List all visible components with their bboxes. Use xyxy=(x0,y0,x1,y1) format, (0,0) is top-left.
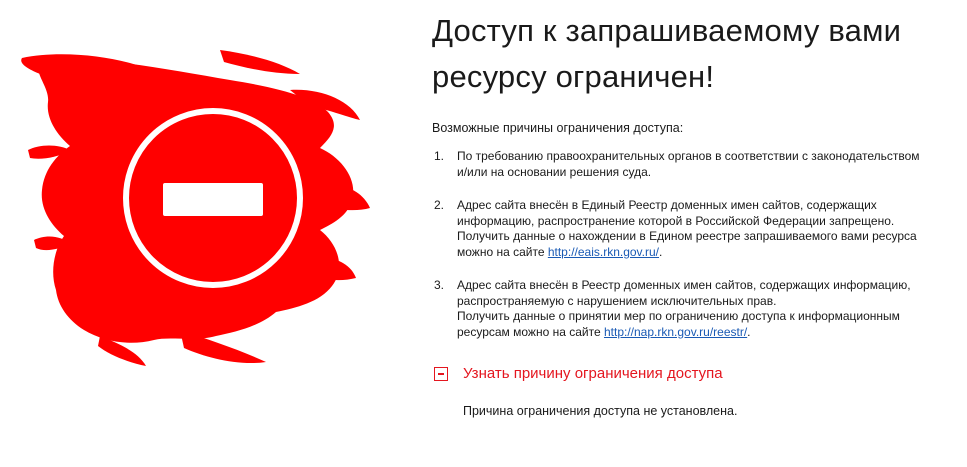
list-item-number: 2. xyxy=(434,198,445,212)
reason-result-text: Причина ограничения доступа не установле… xyxy=(463,404,738,418)
page-title-line1: Доступ к запрашиваемому вами xyxy=(432,13,902,48)
minus-box-icon[interactable] xyxy=(434,367,448,381)
list-item-text: Адрес сайта внесён в Реестр доменных име… xyxy=(457,278,911,292)
page-title: Доступ к запрашиваемому вами ресурсу огр… xyxy=(432,8,952,100)
list-item-text: По требованию правоохранительных органов… xyxy=(457,149,920,163)
list-item-text: . xyxy=(659,244,663,259)
list-item-text: Адрес сайта внесён в Единый Реестр домен… xyxy=(457,198,877,212)
no-entry-illustration xyxy=(20,40,380,380)
list-item: 2. Адрес сайта внесён в Единый Реестр до… xyxy=(432,198,927,260)
list-item: 1. По требованию правоохранительных орга… xyxy=(432,149,927,180)
list-item-number: 3. xyxy=(434,278,445,292)
page-title-line2: ресурсу ограничен! xyxy=(432,59,715,94)
nap-reestr-link[interactable]: http://nap.rkn.gov.ru/reestr/ xyxy=(604,325,747,339)
reason-toggle[interactable]: Узнать причину ограничения доступа xyxy=(432,365,952,383)
list-item: 3. Адрес сайта внесён в Реестр доменных … xyxy=(432,278,927,340)
list-item-text: Получить данные о нахождении в Едином ре… xyxy=(457,229,917,243)
reason-toggle-label[interactable]: Узнать причину ограничения доступа xyxy=(463,365,723,383)
list-item-text: Получить данные о принятии мер по ограни… xyxy=(457,309,900,323)
eais-link[interactable]: http://eais.rkn.gov.ru/ xyxy=(548,245,659,259)
list-item-text: распространяемую с нарушением исключител… xyxy=(457,293,777,308)
reasons-list: 1. По требованию правоохранительных орга… xyxy=(432,149,952,340)
list-item-text: можно на сайте xyxy=(457,244,548,259)
list-item-number: 1. xyxy=(434,149,445,163)
no-entry-icon xyxy=(21,50,370,366)
list-item-text: ресурсам можно на сайте xyxy=(457,324,604,339)
list-item-text: . xyxy=(747,324,751,339)
sign-bar xyxy=(163,183,263,216)
reasons-intro: Возможные причины ограничения доступа: xyxy=(432,121,684,135)
main-content: Доступ к запрашиваемому вами ресурсу огр… xyxy=(432,8,952,419)
list-item-text: и/или на основании решения суда. xyxy=(457,164,652,179)
list-item-text: информацию, распространение которой в Ро… xyxy=(457,213,895,228)
